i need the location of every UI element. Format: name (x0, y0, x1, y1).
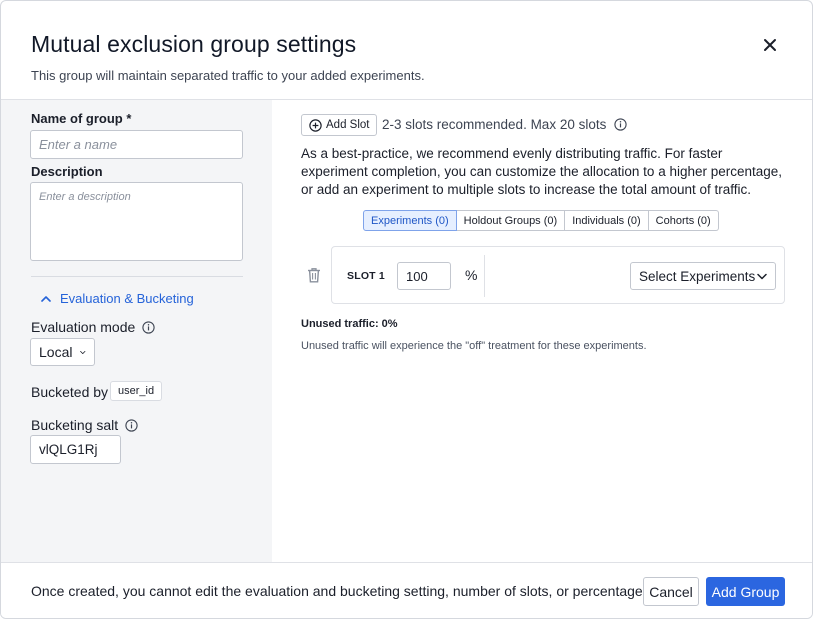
traffic-description: As a best-practice, we recommend evenly … (301, 146, 783, 197)
evaluation-mode-select[interactable]: Local (30, 338, 95, 366)
chevron-down-icon (80, 350, 86, 354)
tab-individuals[interactable]: Individuals (0) (565, 210, 649, 231)
tab-holdout-groups[interactable]: Holdout Groups (0) (456, 210, 566, 231)
chevron-down-icon (757, 273, 767, 279)
add-slot-label: Add Slot (326, 119, 370, 131)
add-group-button[interactable]: Add Group (706, 577, 785, 606)
select-experiments-dropdown[interactable]: Select Experiments (630, 262, 776, 290)
description-label: Description (31, 164, 103, 179)
slot-percent-value: 100 (406, 268, 428, 284)
evaluation-bucketing-toggle[interactable]: Evaluation & Bucketing (41, 291, 194, 306)
bucketed-by-value: user_id (110, 381, 163, 401)
dialog-header: Mutual exclusion group settings This gro… (1, 1, 812, 100)
evaluation-mode-label: Evaluation mode (31, 319, 136, 335)
bucketing-salt-input[interactable]: vlQLG1Rj (30, 435, 121, 464)
slots-hint: 2-3 slots recommended. Max 20 slots (382, 117, 628, 132)
bucketed-by-label: Bucketed by (31, 384, 109, 400)
bucketing-salt-label: Bucketing salt (31, 417, 119, 433)
chevron-up-icon (41, 296, 51, 302)
assignment-tabs: Experiments (0) Holdout Groups (0) Indiv… (363, 210, 719, 231)
unused-traffic-note: Unused traffic will experience the "off"… (301, 340, 647, 352)
evaluation-bucketing-label: Evaluation & Bucketing (60, 291, 194, 306)
dialog-footer: Once created, you cannot edit the evalua… (1, 562, 812, 618)
group-name-input[interactable]: Enter a name (30, 130, 243, 159)
description-textarea[interactable]: Enter a description (30, 182, 243, 261)
traffic-panel: Add Slot 2-3 slots recommended. Max 20 s… (272, 100, 812, 562)
add-slot-button[interactable]: Add Slot (301, 114, 378, 136)
section-divider (31, 276, 243, 277)
close-button[interactable] (759, 34, 781, 56)
info-icon[interactable] (614, 118, 628, 131)
tab-cohorts[interactable]: Cohorts (0) (648, 210, 719, 231)
description-placeholder: Enter a description (39, 191, 131, 203)
close-icon (764, 39, 776, 51)
plus-circle-icon (309, 118, 322, 132)
info-icon[interactable] (125, 418, 138, 432)
evaluation-mode-value: Local (39, 344, 73, 360)
slot-card: SLOT 1 100 % Select Experiments (331, 246, 785, 304)
dialog-subtitle: This group will maintain separated traff… (31, 68, 425, 83)
trash-icon[interactable] (307, 267, 321, 283)
cancel-button[interactable]: Cancel (643, 577, 699, 606)
slot-label: SLOT 1 (347, 270, 385, 282)
percent-symbol: % (465, 267, 478, 283)
bucketing-salt-row: Bucketing salt (31, 417, 138, 433)
footer-note: Once created, you cannot edit the evalua… (31, 583, 654, 599)
tab-experiments[interactable]: Experiments (0) (363, 210, 457, 231)
bucketing-salt-value: vlQLG1Rj (39, 442, 98, 457)
mutual-exclusion-dialog: Mutual exclusion group settings This gro… (0, 0, 813, 619)
info-icon[interactable] (142, 320, 155, 334)
dialog-title: Mutual exclusion group settings (31, 31, 357, 57)
group-name-placeholder: Enter a name (39, 137, 118, 152)
settings-panel: Name of group * Enter a name Description… (1, 100, 272, 562)
evaluation-mode-row: Evaluation mode (31, 319, 155, 335)
unused-traffic-label: Unused traffic: 0% (301, 318, 398, 330)
group-name-label: Name of group * (31, 111, 132, 126)
slot-percent-input[interactable]: 100 (397, 262, 451, 290)
slots-hint-text: 2-3 slots recommended. Max 20 slots (382, 117, 607, 132)
slot-divider (484, 255, 485, 297)
select-experiments-label: Select Experiments (639, 268, 756, 284)
